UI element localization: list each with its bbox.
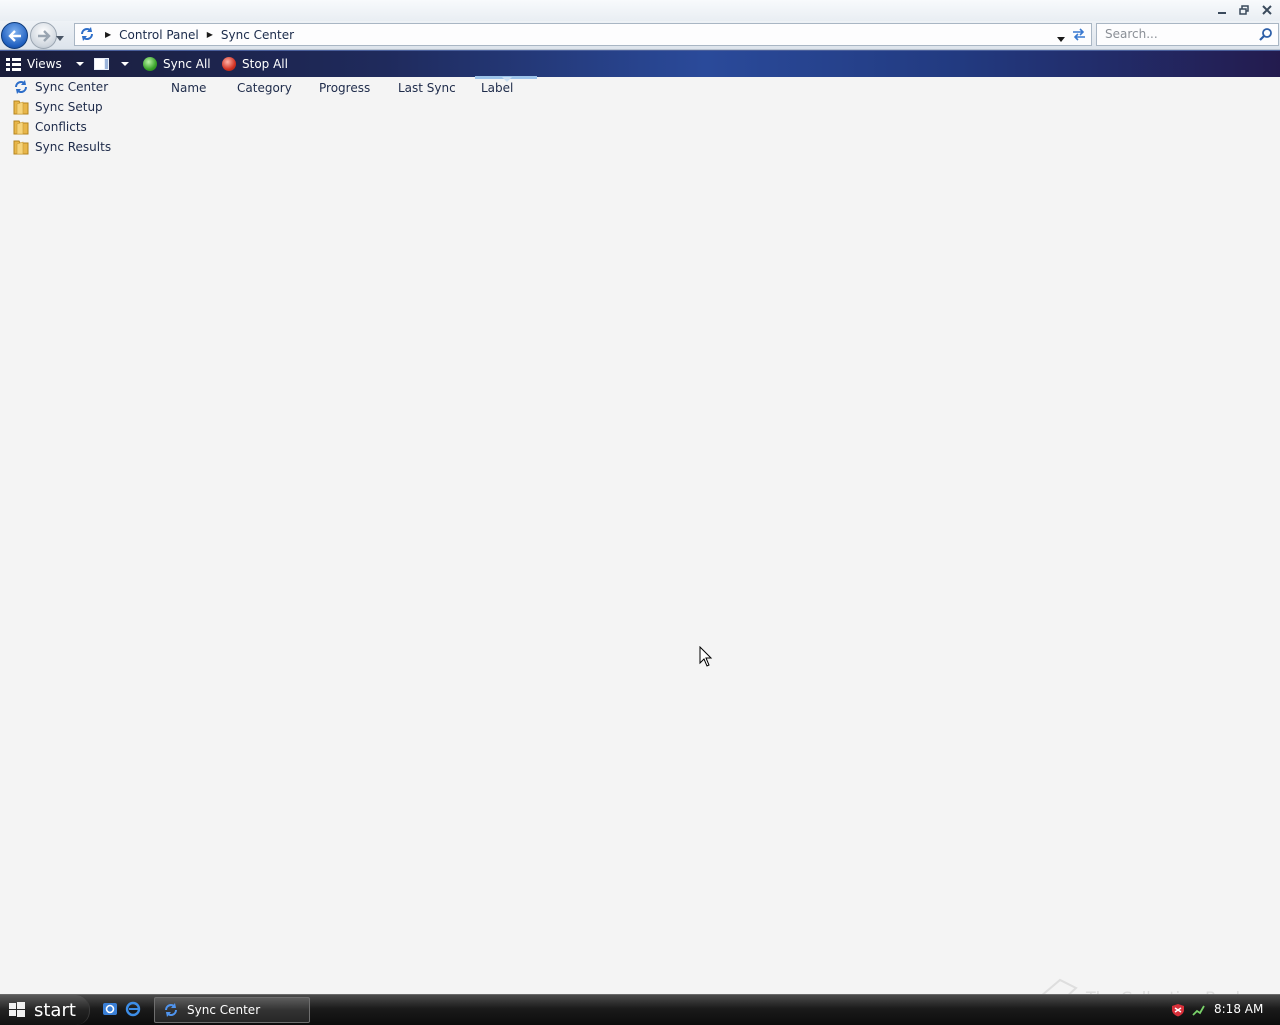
taskbar-item-label: Sync Center <box>187 1003 261 1017</box>
views-button[interactable]: Views <box>6 51 84 77</box>
sync-icon <box>165 1003 177 1017</box>
folder-icon <box>12 119 29 136</box>
chevron-down-icon <box>56 36 64 41</box>
sync-all-label: Sync All <box>163 57 211 71</box>
back-arrow-icon <box>7 29 21 42</box>
security-shield-icon[interactable] <box>1171 1003 1185 1020</box>
minimize-icon <box>1218 12 1226 14</box>
column-header-progress[interactable]: Progress <box>319 81 370 95</box>
taskbar: start Sync Center 8:18 AM <box>0 994 1280 1025</box>
close-button[interactable] <box>1257 2 1277 18</box>
sync-all-icon <box>143 57 157 71</box>
start-label: start <box>34 999 76 1021</box>
clock[interactable]: 8:18 AM <box>1214 1002 1263 1016</box>
breadcrumb-sync-center[interactable]: Sync Center <box>221 28 294 42</box>
command-bar: Views Sync All Stop All <box>0 50 1280 77</box>
mouse-cursor-icon <box>699 645 713 671</box>
stop-all-button[interactable]: Stop All <box>222 51 288 77</box>
sync-icon <box>79 26 95 45</box>
sidebar-item-label: Conflicts <box>35 120 87 134</box>
chevron-down-icon <box>75 62 84 66</box>
sidebar-item-label: Sync Setup <box>35 100 103 114</box>
preview-pane-icon <box>94 58 109 70</box>
close-icon <box>1262 5 1272 15</box>
sidebar-item-sync-results[interactable]: Sync Results <box>12 138 111 156</box>
back-button[interactable] <box>1 22 28 49</box>
address-history-dropdown[interactable] <box>1057 31 1065 45</box>
title-bar <box>0 0 1280 21</box>
sync-all-button[interactable]: Sync All <box>143 51 211 77</box>
sync-status-tray-icon[interactable] <box>1191 1003 1205 1020</box>
sidebar-item-conflicts[interactable]: Conflicts <box>12 118 87 136</box>
quicklaunch-ie-icon[interactable] <box>125 1001 141 1020</box>
sidebar-item-label: Sync Center <box>35 80 109 94</box>
start-button[interactable]: start <box>0 995 90 1025</box>
folder-icon <box>12 139 29 156</box>
column-header-label[interactable]: Label <box>481 81 513 95</box>
breadcrumb: ▶ Control Panel ▶ Sync Center <box>105 24 294 45</box>
recent-pages-dropdown[interactable] <box>56 30 64 44</box>
column-header-category[interactable]: Category <box>237 81 292 95</box>
sync-icon <box>12 79 29 96</box>
quicklaunch-outlook-icon[interactable] <box>102 1001 118 1020</box>
breadcrumb-separator-icon[interactable]: ▶ <box>105 30 111 39</box>
sidebar-item-sync-setup[interactable]: Sync Setup <box>12 98 103 116</box>
refresh-icon <box>1073 28 1085 41</box>
search-placeholder: Search... <box>1105 27 1158 41</box>
chevron-down-icon <box>121 62 129 66</box>
stop-all-icon <box>222 57 236 71</box>
windows-logo-icon <box>9 1002 25 1017</box>
taskbar-item-sync-center[interactable]: Sync Center <box>154 997 310 1023</box>
forward-button[interactable] <box>30 22 57 49</box>
views-label: Views <box>27 57 62 71</box>
chevron-down-icon <box>1057 37 1065 42</box>
search-input[interactable]: Search... <box>1096 23 1279 46</box>
sidebar-item-sync-center[interactable]: Sync Center <box>12 78 108 96</box>
restore-icon <box>1239 5 1249 15</box>
folder-icon <box>12 99 29 116</box>
column-header-name[interactable]: Name <box>171 81 206 95</box>
stop-all-label: Stop All <box>242 57 288 71</box>
sidebar-item-label: Sync Results <box>35 140 112 154</box>
address-bar[interactable]: ▶ Control Panel ▶ Sync Center <box>74 23 1092 46</box>
minimize-button[interactable] <box>1212 2 1232 18</box>
search-icon[interactable] <box>1259 27 1273 44</box>
refresh-button[interactable] <box>1071 26 1087 45</box>
restore-button[interactable] <box>1234 2 1254 18</box>
column-header-last-sync[interactable]: Last Sync <box>398 81 456 95</box>
breadcrumb-separator-icon[interactable]: ▶ <box>207 30 213 39</box>
breadcrumb-control-panel[interactable]: Control Panel <box>119 28 199 42</box>
preview-pane-button[interactable] <box>94 51 129 77</box>
views-icon <box>6 57 21 71</box>
forward-arrow-icon <box>37 29 51 42</box>
